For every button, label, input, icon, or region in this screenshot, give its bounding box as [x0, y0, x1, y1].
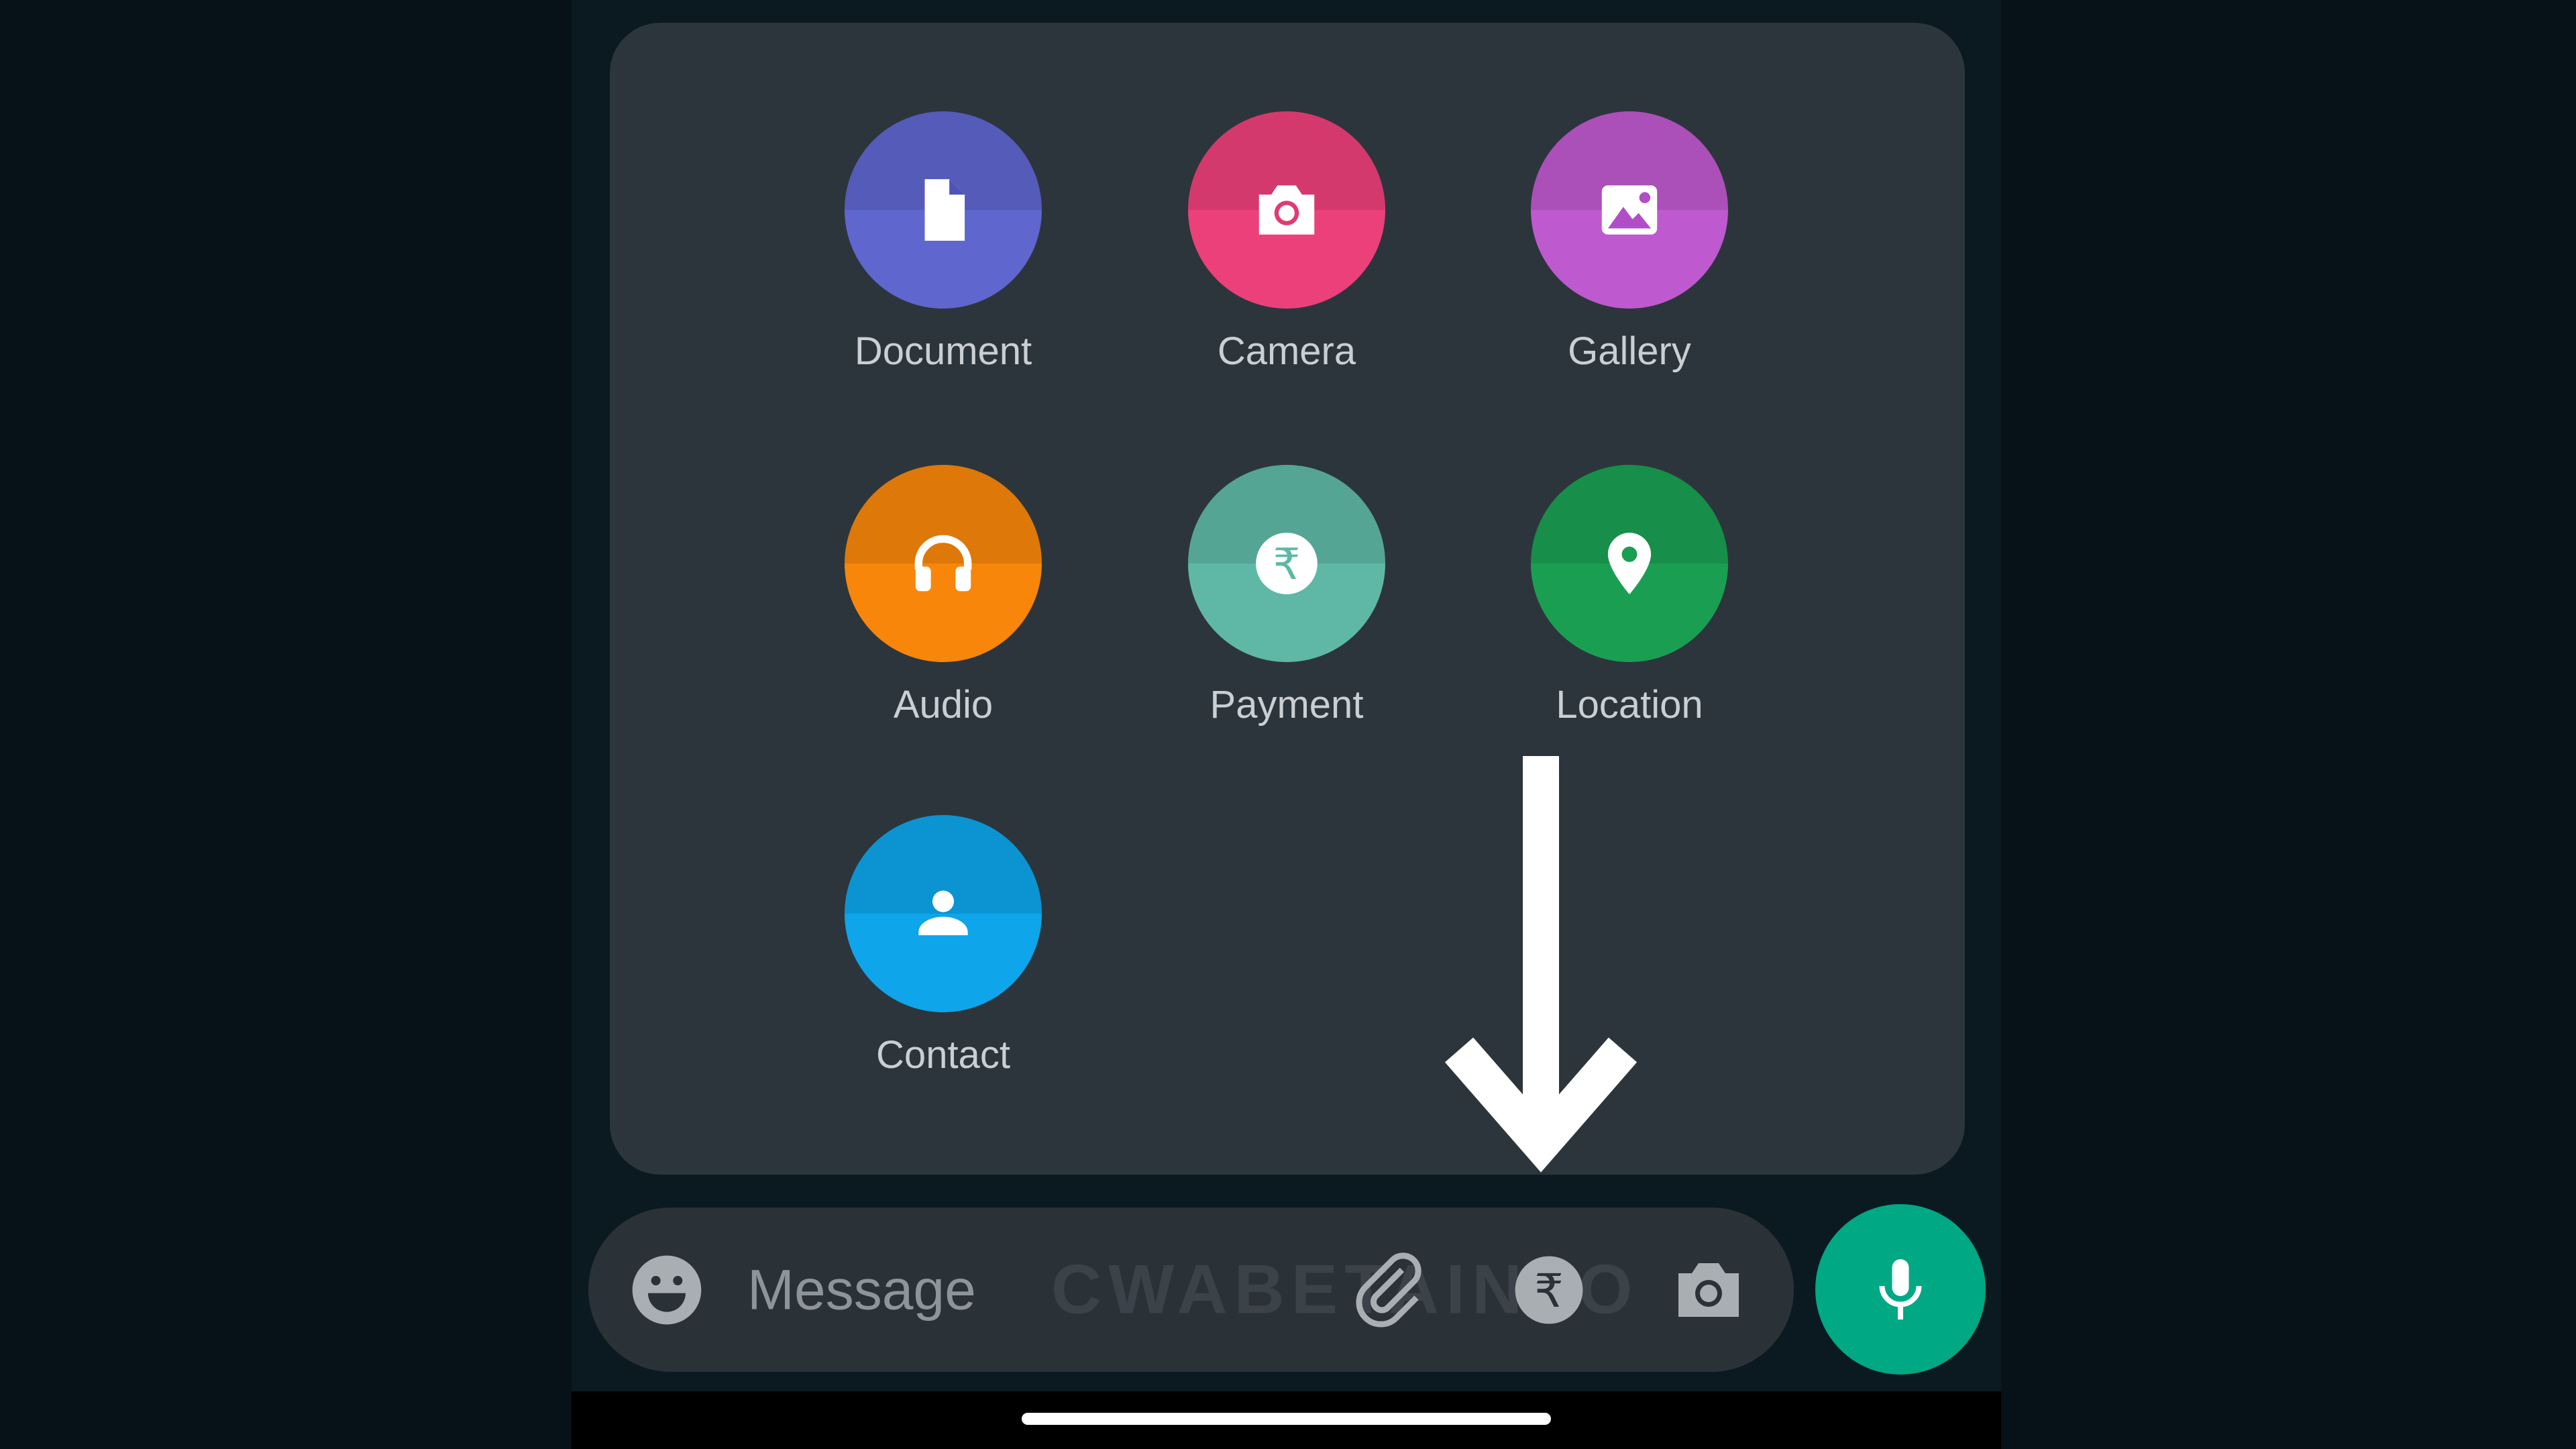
attach-clip-icon[interactable] — [1348, 1250, 1429, 1330]
emoji-icon[interactable] — [629, 1252, 704, 1328]
rupee-icon[interactable]: ₹ — [1512, 1253, 1586, 1327]
voice-record-button[interactable] — [1815, 1204, 1986, 1375]
home-indicator[interactable] — [1022, 1413, 1551, 1425]
navigation-bar — [572, 1391, 2001, 1449]
message-input[interactable]: Message — [747, 1257, 976, 1322]
camera-icon[interactable] — [1668, 1250, 1749, 1330]
message-composer: Message CWABETAINFO ₹ — [588, 1208, 1794, 1372]
svg-text:₹: ₹ — [1534, 1265, 1564, 1318]
microphone-icon — [1879, 1259, 1922, 1320]
